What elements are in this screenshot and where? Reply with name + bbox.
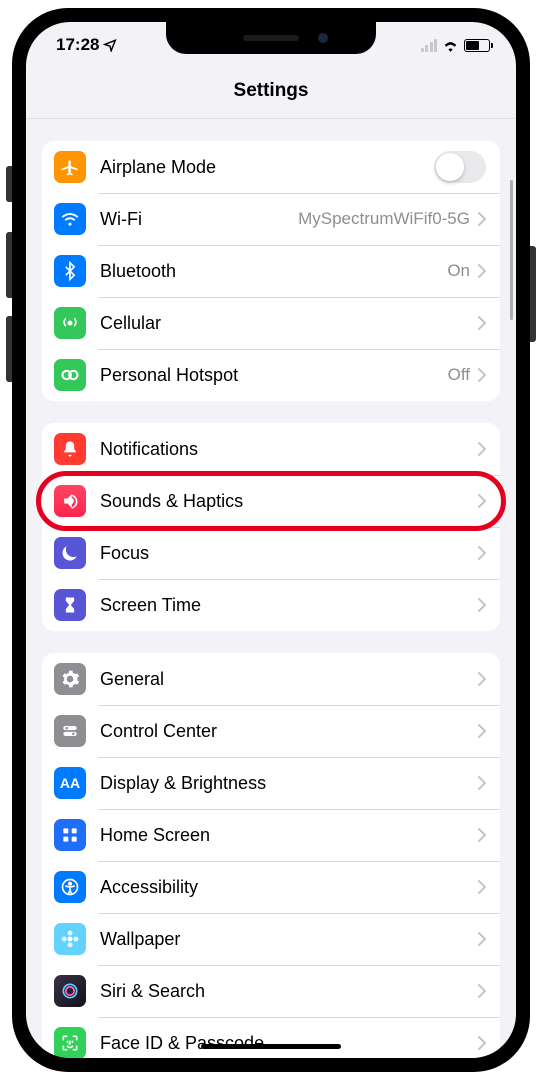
moon-icon (54, 537, 86, 569)
siri-icon (54, 975, 86, 1007)
switches-icon (54, 715, 86, 747)
cellular-icon (54, 307, 86, 339)
row-sounds-haptics[interactable]: Sounds & Haptics (42, 475, 500, 527)
gear-icon (54, 663, 86, 695)
chevron-right-icon (478, 776, 486, 790)
person-icon (54, 871, 86, 903)
battery-icon (464, 39, 490, 52)
bluetooth-icon (54, 255, 86, 287)
row-label: Siri & Search (100, 981, 478, 1002)
row-label: Sounds & Haptics (100, 491, 478, 512)
airplane-icon (54, 151, 86, 183)
row-siri-search[interactable]: Siri & Search (42, 965, 500, 1017)
scroll-indicator (510, 180, 513, 320)
row-label: Control Center (100, 721, 478, 742)
row-control-center[interactable]: Control Center (42, 705, 500, 757)
hourglass-icon (54, 589, 86, 621)
chevron-right-icon (478, 1036, 486, 1050)
row-screen-time[interactable]: Screen Time (42, 579, 500, 631)
row-label: Airplane Mode (100, 157, 434, 178)
chevron-right-icon (478, 880, 486, 894)
row-label: Notifications (100, 439, 478, 460)
wifi-icon (54, 203, 86, 235)
settings-group-alerting: Notifications Sounds & Haptics Focus (42, 423, 500, 631)
row-label: Home Screen (100, 825, 478, 846)
chevron-right-icon (478, 264, 486, 278)
chevron-right-icon (478, 598, 486, 612)
row-accessibility[interactable]: Accessibility (42, 861, 500, 913)
chevron-right-icon (478, 828, 486, 842)
chevron-right-icon (478, 672, 486, 686)
wifi-status-icon (442, 39, 459, 52)
row-notifications[interactable]: Notifications (42, 423, 500, 475)
flower-icon (54, 923, 86, 955)
row-airplane-mode[interactable]: Airplane Mode (42, 141, 500, 193)
faceid-icon (54, 1027, 86, 1058)
row-home-screen[interactable]: Home Screen (42, 809, 500, 861)
location-arrow-icon (103, 38, 117, 52)
home-indicator[interactable] (201, 1044, 341, 1049)
row-label: Face ID & Passcode (100, 1033, 478, 1054)
row-faceid-passcode[interactable]: Face ID & Passcode (42, 1017, 500, 1058)
chevron-right-icon (478, 546, 486, 560)
chevron-right-icon (478, 316, 486, 330)
settings-group-system: General Control Center AA Display & Brig… (42, 653, 500, 1058)
chevron-right-icon (478, 494, 486, 508)
row-label: Wi-Fi (100, 209, 298, 230)
row-cellular[interactable]: Cellular (42, 297, 500, 349)
row-value: On (447, 261, 470, 281)
row-wallpaper[interactable]: Wallpaper (42, 913, 500, 965)
row-label: Wallpaper (100, 929, 478, 950)
aa-icon: AA (54, 767, 86, 799)
row-wifi[interactable]: Wi-Fi MySpectrumWiFif0-5G (42, 193, 500, 245)
chevron-right-icon (478, 724, 486, 738)
row-general[interactable]: General (42, 653, 500, 705)
chevron-right-icon (478, 442, 486, 456)
chevron-right-icon (478, 984, 486, 998)
cellular-signal-icon (421, 39, 438, 52)
status-time: 17:28 (56, 35, 99, 55)
grid-icon (54, 819, 86, 851)
airplane-toggle[interactable] (434, 151, 486, 183)
row-focus[interactable]: Focus (42, 527, 500, 579)
row-label: Cellular (100, 313, 478, 334)
page-title: Settings (26, 68, 516, 119)
speaker-icon (54, 485, 86, 517)
row-display-brightness[interactable]: AA Display & Brightness (42, 757, 500, 809)
row-label: Personal Hotspot (100, 365, 448, 386)
row-bluetooth[interactable]: Bluetooth On (42, 245, 500, 297)
row-label: Bluetooth (100, 261, 447, 282)
chevron-right-icon (478, 932, 486, 946)
settings-group-connectivity: Airplane Mode Wi-Fi MySpectrumWiFif0-5G … (42, 141, 500, 401)
row-label: General (100, 669, 478, 690)
row-label: Accessibility (100, 877, 478, 898)
row-value: MySpectrumWiFif0-5G (298, 209, 470, 229)
row-label: Focus (100, 543, 478, 564)
settings-content[interactable]: Airplane Mode Wi-Fi MySpectrumWiFif0-5G … (26, 119, 516, 1058)
chevron-right-icon (478, 368, 486, 382)
hotspot-icon (54, 359, 86, 391)
bell-icon (54, 433, 86, 465)
row-value: Off (448, 365, 470, 385)
row-personal-hotspot[interactable]: Personal Hotspot Off (42, 349, 500, 401)
row-label: Display & Brightness (100, 773, 478, 794)
row-label: Screen Time (100, 595, 478, 616)
chevron-right-icon (478, 212, 486, 226)
